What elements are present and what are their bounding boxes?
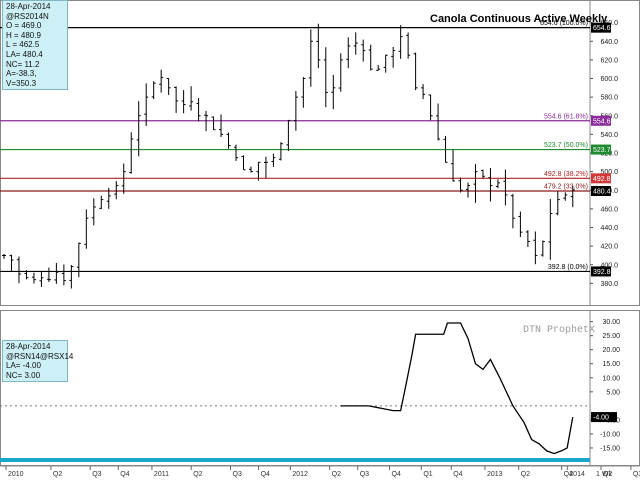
- y-tick-label: 600.0: [600, 76, 618, 83]
- lower-y-tick-label: -10.00: [600, 431, 620, 438]
- upper-info-last: LA= 480.4: [6, 49, 43, 59]
- price-tag-label: 554.6: [593, 118, 611, 125]
- fib-level-label: 479.2 (33.0%): [544, 183, 588, 190]
- lower-info-box: 28-Apr-2014 @RSN14@RSX14 LA= -4.00 NC= 3…: [2, 340, 74, 383]
- last-value-tag-label: -4.00: [593, 415, 609, 422]
- lower-y-tick-label: 30.00: [602, 319, 620, 326]
- y-tick-label: 380.0: [600, 281, 618, 288]
- upper-info-low: L = 462.5: [6, 40, 40, 50]
- time-strip: [0, 458, 590, 462]
- time-label: 2014: [569, 471, 585, 478]
- time-label: Q4: [261, 471, 270, 478]
- lower-y-tick-label: 15.00: [602, 361, 620, 368]
- lower-y-tick-label: 10.00: [602, 375, 620, 382]
- y-tick-label: 440.0: [600, 225, 618, 232]
- lower-info-date: 28-Apr-2014: [6, 342, 51, 351]
- time-label: Q2: [193, 471, 202, 478]
- time-label: 2013: [487, 471, 503, 478]
- time-label: Q1: [423, 471, 432, 478]
- lower-y-tick-label: 20.00: [602, 347, 620, 354]
- price-tag-label: 492.8: [593, 176, 611, 183]
- time-label: Q2: [53, 471, 62, 478]
- y-tick-label: 540.0: [600, 132, 618, 139]
- upper-info-high: H = 480.9: [6, 30, 41, 40]
- price-tag-label: 392.8: [593, 269, 611, 276]
- time-label: Q2: [521, 471, 530, 478]
- time-label: Q4: [392, 471, 401, 478]
- y-tick-label: 620.0: [600, 57, 618, 64]
- time-label: Q3: [360, 471, 369, 478]
- watermark: DTN ProphetX: [523, 324, 595, 336]
- chart-title: Canola Continuous Active Weekly: [430, 13, 608, 25]
- chart-area: 380.0400.0420.0440.0460.0480.0500.0520.0…: [0, 0, 640, 480]
- time-label: 2011: [154, 471, 169, 478]
- fib-level-label: 492.8 (38.2%): [544, 171, 588, 178]
- time-label: 2010: [8, 471, 24, 478]
- y-tick-label: 420.0: [600, 244, 618, 251]
- time-label: Q3: [633, 471, 640, 478]
- time-label: Q4: [453, 471, 462, 478]
- lower-info-symbol: @RSN14@RSX14: [6, 351, 74, 361]
- time-label: Q3: [92, 471, 101, 478]
- upper-info-symbol: @RS2014N: [6, 11, 49, 21]
- time-label: Q3: [233, 471, 242, 478]
- time-label: Q2: [332, 471, 341, 478]
- price-tag-label: 480.4: [593, 188, 611, 195]
- fib-level-label: 392.8 (0.0%): [548, 264, 588, 271]
- upper-info-date: 28-Apr-2014: [6, 2, 51, 11]
- time-label: Q4: [120, 471, 129, 478]
- time-label: 2012: [292, 471, 308, 478]
- upper-info-box: 28-Apr-2014 @RS2014N O = 469.0 H = 480.9…: [2, 0, 68, 91]
- y-tick-label: 640.0: [600, 39, 618, 46]
- upper-info-open: O = 469.0: [6, 21, 42, 31]
- upper-info-net-change: NC= 11.2: [6, 59, 40, 69]
- fib-level-label: 554.6 (61.8%): [544, 113, 588, 120]
- y-tick-label: 580.0: [600, 95, 618, 102]
- lower-y-tick-label: -15.00: [600, 445, 620, 452]
- lower-info-net-change: NC= 3.00: [6, 370, 41, 380]
- y-tick-label: 460.0: [600, 206, 618, 213]
- lower-info-last: LA= -4.00: [6, 361, 41, 371]
- lower-y-tick-label: 25.00: [602, 333, 620, 340]
- price-tag-label: 523.7: [593, 147, 611, 154]
- upper-info-extra: A=-38.3, V=350.3: [6, 69, 37, 88]
- time-unit-label: 1 Wk: [596, 471, 612, 478]
- fib-level-label: 523.7 (50.0%): [544, 142, 588, 149]
- price-tag-label: 654.6: [593, 25, 611, 32]
- lower-y-tick-label: 5.00: [606, 389, 620, 396]
